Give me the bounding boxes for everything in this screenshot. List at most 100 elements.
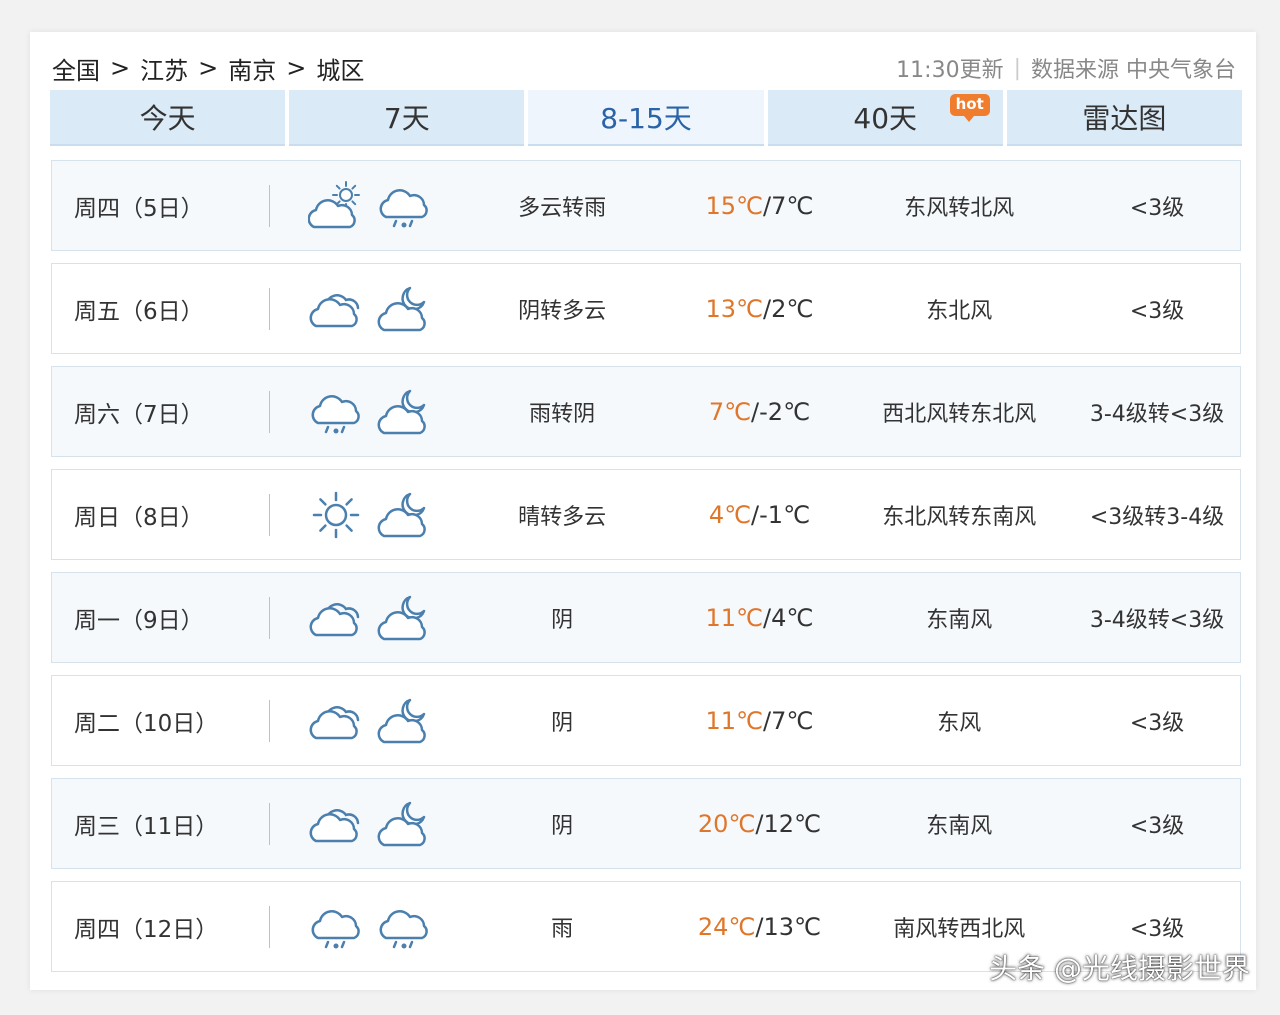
temperature-range: 15℃/7℃ [674, 192, 844, 220]
tab-label: 7天 [383, 102, 430, 135]
cloud-moon-icon [376, 799, 432, 849]
wind-level: <3级转3-4级 [1089, 504, 1225, 530]
watermark: 头条 @光线摄影世界 [989, 952, 1250, 985]
forecast-row: 周一（9日） 阴 11℃/4℃ 东南风 3-4级转<3级 [51, 572, 1241, 663]
tab-label: 40天 [853, 102, 918, 135]
top-bar: 全国 > 江苏 > 南京 > 城区 11:30更新 | 数据来源 中央气象台 [52, 48, 1236, 88]
wind-level: <3级 [1129, 916, 1185, 942]
temperature-range: 7℃/-2℃ [674, 398, 844, 426]
update-meta: 11:30更新 | 数据来源 中央气象台 [896, 52, 1236, 84]
high-temp: 20℃ [697, 809, 756, 838]
wind-direction: 东北风转东南风 [882, 504, 1037, 530]
wind-level: <3级 [1129, 298, 1185, 324]
cloud-moon-icon [376, 284, 432, 334]
hot-badge: hot [949, 94, 990, 122]
day-label: 周五（6日） [74, 298, 204, 325]
breadcrumb-city[interactable]: 南京 [228, 51, 276, 86]
wind-level: 3-4级转<3级 [1089, 607, 1225, 633]
high-temp: 11℃ [705, 603, 764, 632]
tab-radar[interactable]: 雷达图 [1006, 90, 1243, 146]
cloud-moon-icon [376, 387, 432, 437]
tab-40-days[interactable]: 40天 hot [767, 90, 1003, 146]
wind-level: <3级 [1129, 195, 1185, 221]
breadcrumb-separator: > [110, 54, 131, 82]
breadcrumb-district[interactable]: 城区 [316, 51, 364, 86]
low-temp: /7℃ [763, 191, 814, 220]
wind-direction: 东风 [937, 710, 982, 736]
low-temp: /13℃ [755, 912, 821, 941]
day-label: 周一（9日） [74, 607, 204, 634]
forecast-list: 周四（5日） 多云转雨 15℃/7℃ 东风转北风 <3级 周五（6日） 阴转多云… [51, 160, 1241, 984]
weather-description: 阴 [551, 813, 574, 839]
low-temp: /2℃ [763, 294, 814, 323]
day-label: 周四（5日） [74, 195, 204, 222]
data-source: 数据来源 中央气象台 [1031, 58, 1236, 83]
cloudy-icon [308, 593, 364, 643]
high-temp: 15℃ [705, 191, 764, 220]
wind-direction: 东南风 [926, 607, 993, 633]
breadcrumb-country[interactable]: 全国 [52, 51, 100, 86]
temperature-range: 11℃/4℃ [674, 604, 844, 632]
low-temp: /12℃ [755, 809, 821, 838]
rain-cloud-icon [308, 387, 364, 437]
weather-icons [270, 180, 450, 231]
wind-level: <3级 [1129, 813, 1185, 839]
low-temp: /-2℃ [751, 397, 811, 426]
weather-icons [270, 696, 450, 746]
weather-card: 全国 > 江苏 > 南京 > 城区 11:30更新 | 数据来源 中央气象台 今… [30, 32, 1256, 990]
weather-description: 雨转阴 [529, 401, 596, 427]
day-label: 周日（8日） [74, 504, 204, 531]
high-temp: 7℃ [708, 397, 752, 426]
forecast-row: 周二（10日） 阴 11℃/7℃ 东风 <3级 [51, 675, 1241, 766]
weather-description: 晴转多云 [518, 504, 607, 530]
meta-divider: | [1013, 55, 1021, 81]
wind-direction: 南风转西北风 [893, 916, 1026, 942]
weather-icons [270, 387, 450, 437]
breadcrumb: 全国 > 江苏 > 南京 > 城区 [52, 51, 364, 86]
day-label: 周二（10日） [74, 710, 219, 737]
wind-direction: 东北风 [926, 298, 993, 324]
low-temp: /4℃ [763, 603, 814, 632]
weather-description: 阴 [551, 710, 574, 736]
temperature-range: 20℃/12℃ [674, 810, 844, 838]
weather-description: 阴转多云 [518, 298, 607, 324]
tab-7-days[interactable]: 7天 [289, 90, 525, 146]
tab-label: 8-15天 [600, 102, 692, 135]
day-label: 周三（11日） [74, 813, 219, 840]
forecast-row: 周五（6日） 阴转多云 13℃/2℃ 东北风 <3级 [51, 263, 1241, 354]
low-temp: /-1℃ [751, 500, 811, 529]
weather-description: 多云转雨 [518, 195, 607, 221]
breadcrumb-province[interactable]: 江苏 [140, 51, 188, 86]
cloudy-icon [308, 799, 364, 849]
weather-icons [270, 902, 450, 952]
weather-icons [270, 593, 450, 643]
sun-icon [308, 490, 364, 540]
cloudy-icon [308, 284, 364, 334]
weather-icons [270, 799, 450, 849]
rain-cloud-icon [308, 902, 364, 952]
wind-level: 3-4级转<3级 [1089, 401, 1225, 427]
tab-8-15-days[interactable]: 8-15天 [528, 90, 764, 146]
breadcrumb-separator: > [198, 54, 219, 82]
low-temp: /7℃ [763, 706, 814, 735]
cloud-moon-icon [376, 593, 432, 643]
tab-today[interactable]: 今天 [50, 90, 286, 146]
forecast-row: 周六（7日） 雨转阴 7℃/-2℃ 西北风转东北风 3-4级转<3级 [51, 366, 1241, 457]
day-label: 周六（7日） [74, 401, 204, 428]
wind-direction: 西北风转东北风 [882, 401, 1037, 427]
forecast-row: 周四（5日） 多云转雨 15℃/7℃ 东风转北风 <3级 [51, 160, 1241, 251]
weather-description: 阴 [551, 607, 574, 633]
tab-label: 今天 [139, 102, 196, 135]
rain-cloud-icon [376, 181, 432, 231]
weather-icons [270, 490, 450, 540]
weather-description: 雨 [551, 916, 574, 942]
breadcrumb-separator: > [286, 54, 307, 82]
high-temp: 11℃ [705, 706, 764, 735]
tab-label: 雷达图 [1082, 102, 1167, 135]
cloud-moon-icon [376, 696, 432, 746]
temperature-range: 13℃/2℃ [674, 295, 844, 323]
day-label: 周四（12日） [74, 916, 219, 943]
temperature-range: 4℃/-1℃ [674, 501, 844, 529]
update-time: 11:30更新 [896, 58, 1004, 83]
temperature-range: 24℃/13℃ [674, 913, 844, 941]
